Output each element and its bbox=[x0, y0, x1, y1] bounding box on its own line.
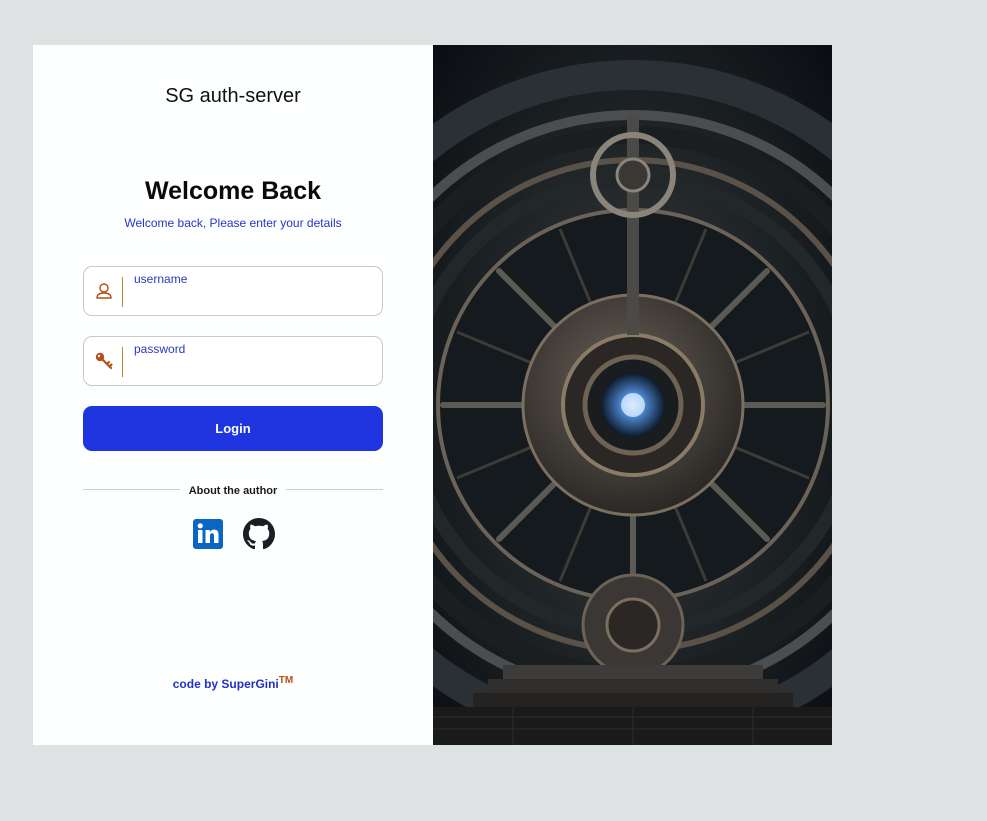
trademark-mark: TM bbox=[278, 675, 294, 686]
password-input[interactable] bbox=[134, 359, 369, 379]
about-author-label: About the author bbox=[179, 485, 287, 497]
app-title: SG auth-server bbox=[165, 85, 301, 107]
login-panel: SG auth-server Welcome Back Welcome back… bbox=[33, 45, 433, 745]
login-card: SG auth-server Welcome Back Welcome back… bbox=[33, 45, 832, 745]
github-link[interactable] bbox=[243, 518, 275, 550]
linkedin-link[interactable] bbox=[192, 518, 224, 550]
vault-door-image bbox=[433, 45, 832, 745]
about-author-separator: About the author bbox=[33, 481, 433, 499]
login-button[interactable]: Login bbox=[83, 406, 383, 451]
footer-text: code by SuperGini bbox=[172, 677, 279, 691]
github-icon bbox=[243, 518, 275, 550]
welcome-heading: Welcome Back bbox=[144, 177, 321, 205]
footer-credit: code by SuperGiniTM bbox=[33, 675, 433, 691]
social-links bbox=[192, 518, 275, 550]
user-icon bbox=[96, 283, 112, 299]
username-label: username bbox=[134, 272, 188, 286]
welcome-subtitle: Welcome back, Please enter your details bbox=[124, 216, 342, 230]
field-divider bbox=[122, 277, 123, 307]
username-input[interactable] bbox=[134, 289, 369, 309]
hero-image-panel bbox=[433, 45, 832, 745]
linkedin-icon bbox=[193, 519, 223, 549]
password-label: password bbox=[134, 342, 186, 356]
username-field[interactable]: username bbox=[83, 266, 383, 316]
password-field[interactable]: password bbox=[83, 336, 383, 386]
key-icon bbox=[95, 352, 113, 370]
field-divider bbox=[122, 347, 123, 377]
